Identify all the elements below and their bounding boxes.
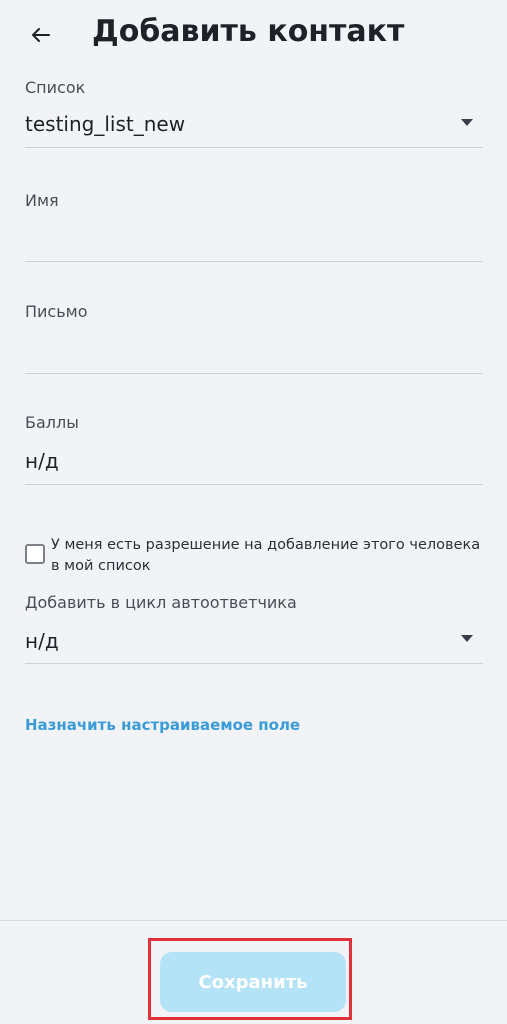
autoresponder-value: н/д	[25, 629, 59, 653]
name-field[interactable]: Имя	[25, 191, 483, 263]
arrow-left-icon	[32, 28, 50, 42]
score-underline	[25, 484, 483, 485]
email-label: Письмо	[25, 302, 88, 321]
autoresponder-select[interactable]: Добавить в цикл автоответчика н/д	[25, 593, 483, 665]
list-label: Список	[25, 78, 86, 97]
name-label: Имя	[25, 191, 59, 210]
permission-label[interactable]: У меня есть разрешение на добавление это…	[51, 535, 483, 577]
save-button[interactable]: Сохранить	[160, 952, 346, 1012]
footer-divider	[0, 920, 507, 921]
email-field[interactable]: Письмо	[25, 302, 483, 374]
list-underline	[25, 147, 483, 148]
score-label: Баллы	[25, 413, 79, 432]
list-value: testing_list_new	[25, 112, 186, 136]
email-underline	[25, 373, 483, 374]
header: Добавить контакт	[0, 0, 507, 70]
autoresponder-label: Добавить в цикл автоответчика	[25, 593, 297, 612]
list-select[interactable]: Список testing_list_new	[25, 78, 483, 150]
back-button[interactable]	[24, 18, 58, 52]
permission-checkbox[interactable]	[25, 544, 45, 564]
assign-custom-field-link[interactable]: Назначить настраиваемое поле	[25, 716, 300, 734]
dropdown-caret-icon	[461, 119, 473, 126]
name-underline	[25, 261, 483, 262]
score-field[interactable]: Баллы н/д	[25, 413, 483, 485]
page-title: Добавить контакт	[92, 14, 405, 49]
score-value: н/д	[25, 449, 59, 473]
autoresponder-underline	[25, 663, 483, 664]
dropdown-caret-icon	[461, 635, 473, 642]
